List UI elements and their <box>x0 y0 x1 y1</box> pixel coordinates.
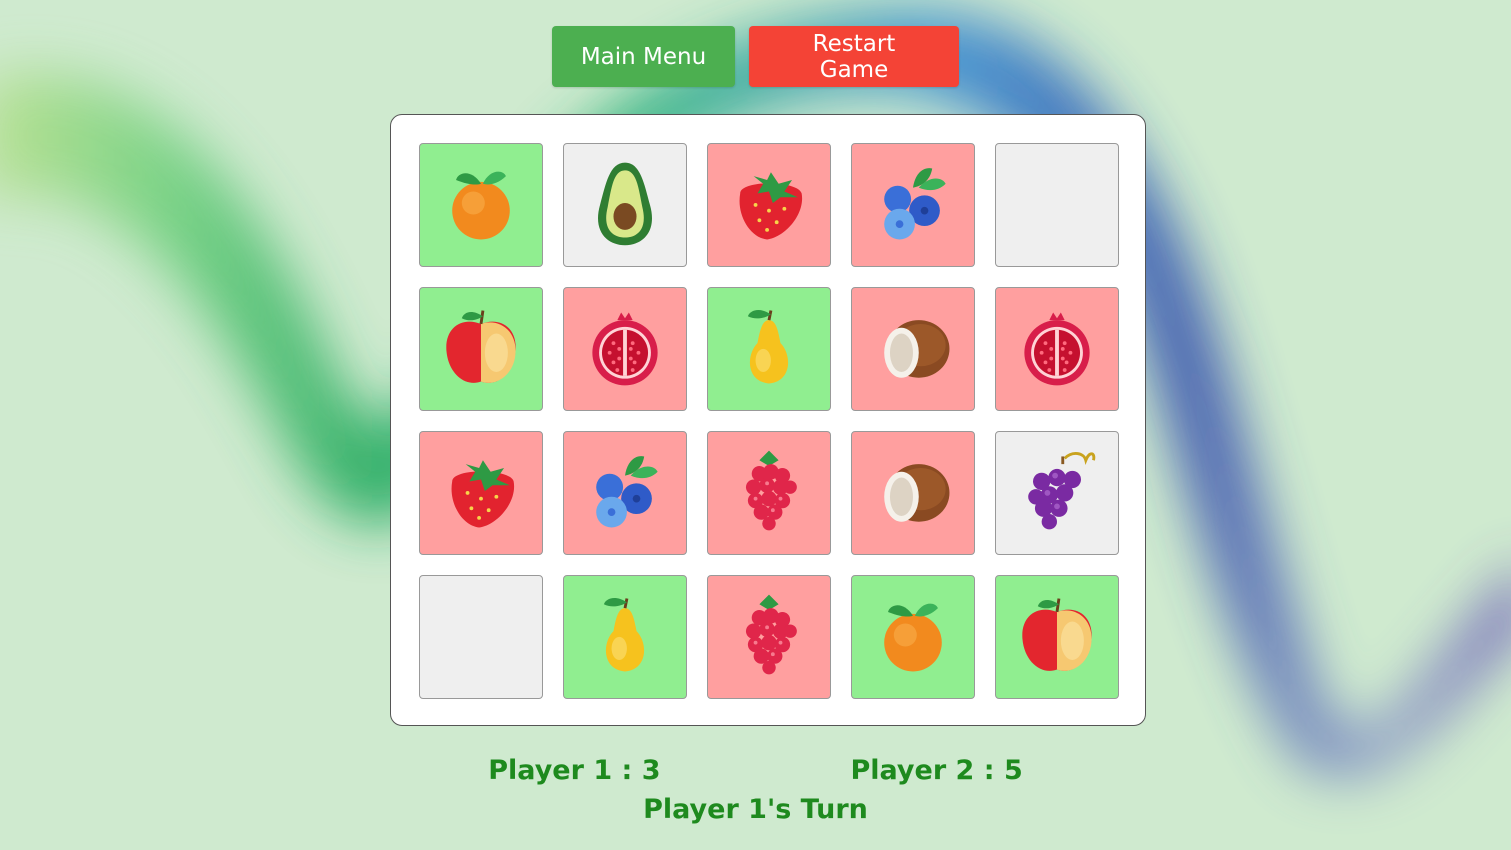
player2-score: Player 2 : 5 <box>850 755 1023 786</box>
restart-game-button[interactable]: Restart Game <box>749 26 959 87</box>
card-r4-c5[interactable] <box>995 575 1119 699</box>
pomegranate-icon <box>577 299 673 399</box>
card-r1-c1[interactable] <box>419 143 543 267</box>
card-r4-c2[interactable] <box>563 575 687 699</box>
blueberries-icon <box>577 443 673 543</box>
coconut-icon <box>865 299 961 399</box>
raspberry-icon <box>721 443 817 543</box>
blueberries-icon <box>865 155 961 255</box>
card-r4-c4[interactable] <box>851 575 975 699</box>
card-r2-c4[interactable] <box>851 287 975 411</box>
card-r1-c5[interactable] <box>995 143 1119 267</box>
card-r1-c2[interactable] <box>563 143 687 267</box>
card-r2-c1[interactable] <box>419 287 543 411</box>
card-r2-c5[interactable] <box>995 287 1119 411</box>
card-r1-c3[interactable] <box>707 143 831 267</box>
card-r1-c4[interactable] <box>851 143 975 267</box>
game-board <box>390 114 1146 726</box>
main-menu-button[interactable]: Main Menu <box>552 26 735 87</box>
grapes-icon <box>1009 443 1105 543</box>
strawberry-icon <box>433 443 529 543</box>
card-r3-c4[interactable] <box>851 431 975 555</box>
scoreboard: Player 1 : 3 Player 2 : 5 Player 1's Tur… <box>0 755 1511 825</box>
card-r4-c1[interactable] <box>419 575 543 699</box>
avocado-icon <box>577 155 673 255</box>
card-r3-c2[interactable] <box>563 431 687 555</box>
player1-score: Player 1 : 3 <box>488 755 661 786</box>
apple-icon <box>433 299 529 399</box>
pear-icon <box>577 587 673 687</box>
card-r2-c3[interactable] <box>707 287 831 411</box>
raspberry-icon <box>721 587 817 687</box>
card-r2-c2[interactable] <box>563 287 687 411</box>
coconut-icon <box>865 443 961 543</box>
card-r3-c3[interactable] <box>707 431 831 555</box>
apple-icon <box>1009 587 1105 687</box>
card-r3-c5[interactable] <box>995 431 1119 555</box>
orange-icon <box>433 155 529 255</box>
card-r3-c1[interactable] <box>419 431 543 555</box>
top-toolbar: Main Menu Restart Game <box>0 26 1511 87</box>
card-r4-c3[interactable] <box>707 575 831 699</box>
strawberry-icon <box>721 155 817 255</box>
turn-indicator: Player 1's Turn <box>643 794 868 825</box>
pear-icon <box>721 299 817 399</box>
pomegranate-icon <box>1009 299 1105 399</box>
orange-icon <box>865 587 961 687</box>
